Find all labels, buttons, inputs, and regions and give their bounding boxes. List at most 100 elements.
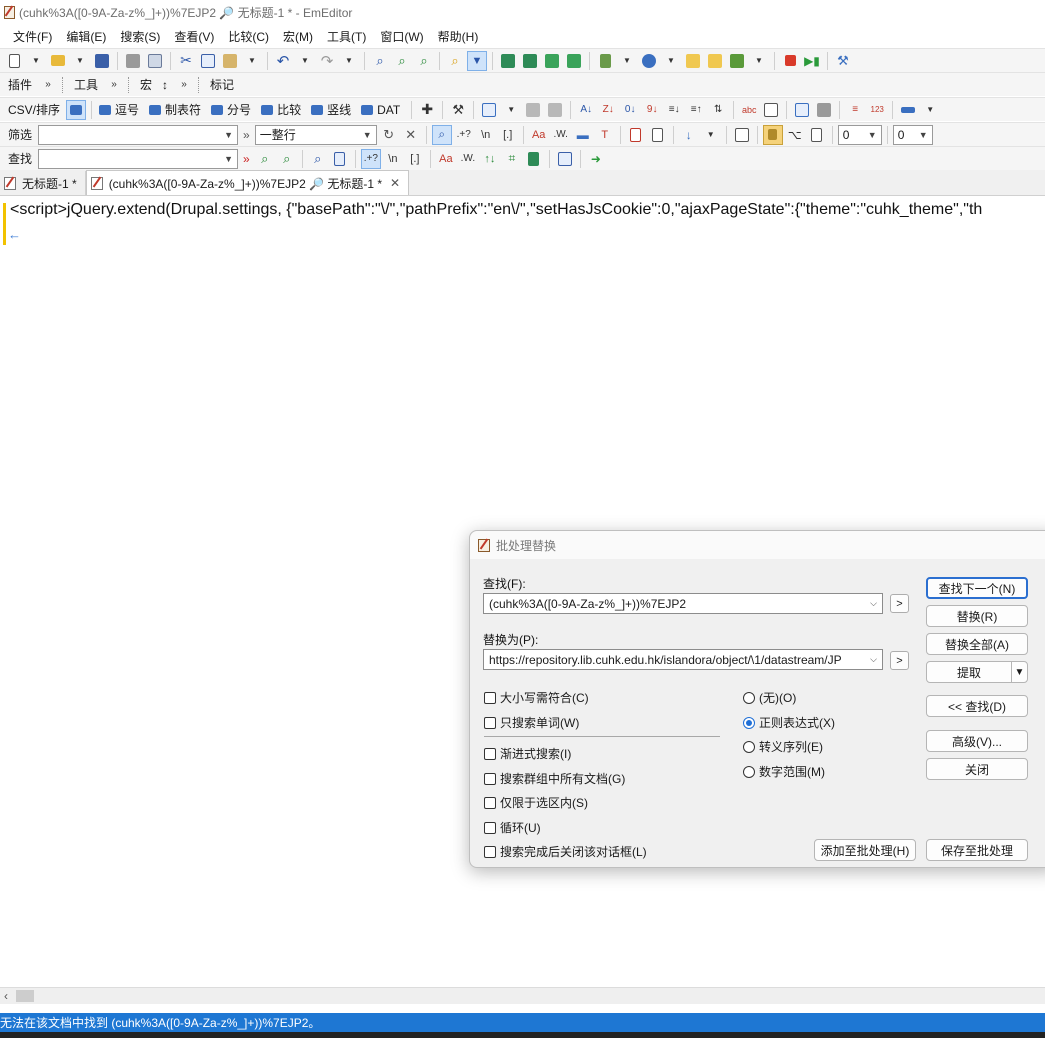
reverse-button[interactable]: ⇅ [708,100,728,120]
save-button[interactable] [92,51,112,71]
sort-az-button[interactable]: A↓ [576,100,596,120]
csv-format-button[interactable] [523,100,543,120]
find-field[interactable]: (cuhk%3A([0-9A-Za-z%_]+))%7EJP2 ⌵ [483,593,883,614]
view-toggle-button-2[interactable] [520,51,540,71]
marks-toolbar-label[interactable]: 标记 [206,76,238,93]
sort-length-button[interactable]: ≡↓ [664,100,684,120]
find-list-button[interactable] [524,149,544,169]
close-after-search-checkbox[interactable]: 搜索完成后关闭该对话框(L) [484,843,647,860]
filter-lock-button[interactable] [762,124,783,145]
find-copy-button[interactable] [330,149,350,169]
columns-button[interactable] [479,100,499,120]
plugins-toolbar-label[interactable]: 插件 [4,76,36,93]
find-input[interactable]: ▼ [38,148,239,169]
tab-untitled-1[interactable]: 无标题-1 * [0,171,86,195]
csv-dat-button[interactable]: DAT [359,100,406,120]
replace-all-button[interactable]: 替换全部(A) [926,633,1028,655]
paste-dropdown[interactable]: ▼ [242,51,262,71]
csv-comma-button[interactable]: 逗号 [97,100,145,120]
menu-window[interactable]: 窗口(W) [373,28,430,45]
filter-more-chevron[interactable]: » [240,128,253,142]
csv-vertical-button[interactable]: 竖线 [309,100,357,120]
filter-negative-toggle[interactable]: ▬ [573,125,593,145]
filter-clear-button[interactable]: ✕ [401,125,421,145]
redo-button[interactable]: ↷ [317,51,337,71]
find-next-button[interactable]: ⌕ [392,51,412,71]
macro-chevron[interactable]: » [174,75,194,95]
run-macro-button[interactable]: ▶▮ [802,51,822,71]
new-dropdown[interactable]: ▼ [26,51,46,71]
word-wrap-button[interactable] [542,51,562,71]
outline-button[interactable] [814,100,834,120]
csv-compare-button[interactable]: 比较 [259,100,307,120]
display-options-button[interactable] [898,100,918,120]
mode-regex-radio[interactable]: 正则表达式(X) [743,714,835,731]
find-prev-button[interactable]: ⌕ [414,51,434,71]
checkbox-box[interactable] [484,796,496,809]
open-file-button[interactable] [48,51,68,71]
view-toggle-button-1[interactable] [498,51,518,71]
find-next-toolbar-button[interactable]: ⌕ [277,149,297,169]
extract-button[interactable]: 提取 ▼ [926,661,1028,683]
menu-file[interactable]: 文件(F) [6,28,59,45]
filter-before-lines-select[interactable]: 0 ▼ [837,124,882,145]
radio-circle[interactable] [743,691,755,704]
close-icon[interactable]: ✕ [390,176,400,190]
csv-semicolon-button[interactable]: 分号 [209,100,257,120]
filter-button[interactable]: ▼ [467,50,487,71]
filter-clear-format-button[interactable]: T [595,125,615,145]
extract-dropdown-icon[interactable]: ▼ [1011,662,1027,682]
filter-numeric-toggle[interactable]: [.] [498,125,518,145]
match-case-checkbox[interactable]: 大小写需符合(C) [484,689,589,706]
find-numeric-toggle[interactable]: [.] [405,149,425,169]
radio-circle-selected[interactable] [743,716,755,729]
open-dropdown[interactable]: ▼ [70,51,90,71]
config-dropdown[interactable]: ▼ [617,51,637,71]
display-options-dropdown[interactable]: ▼ [920,100,940,120]
collapse-find-button[interactable]: << 查找(D) [926,695,1028,717]
find-button[interactable]: ⌕ [370,51,390,71]
csv-sort-label[interactable]: CSV/排序 [4,101,64,118]
filter-extract-button[interactable]: ⌥ [785,125,805,145]
find-select-all-button[interactable]: ⌗ [502,149,522,169]
incremental-search-checkbox[interactable]: 渐进式搜索(I) [484,745,571,762]
redo-dropdown[interactable]: ▼ [339,51,359,71]
mode-escape-radio[interactable]: 转义序列(E) [743,738,823,755]
sort-90-button[interactable]: 9↓ [642,100,662,120]
chevron-down-icon[interactable]: ⌵ [870,598,877,609]
plugin-settings-button[interactable]: ⚒ [833,51,853,71]
find-case-toggle[interactable]: Aa [436,149,456,169]
find-next-button[interactable]: 查找下一个(N) [926,577,1028,599]
menu-help[interactable]: 帮助(H) [431,28,486,45]
find-prev-toolbar-button[interactable]: ⌕ [255,149,275,169]
checkbox-box[interactable] [484,772,496,785]
paste-button[interactable] [220,51,240,71]
advanced-button[interactable]: 高级(V)... [926,730,1028,752]
all-properties-button[interactable] [705,51,725,71]
tab-search-results[interactable]: (cuhk%3A([0-9A-Za-z%_]+))%7EJP2 🔎 无标题-1 … [85,170,410,195]
find-escape-toggle[interactable]: \n [383,149,403,169]
find-go-button[interactable]: ➜ [586,149,606,169]
find-in-files-button[interactable]: ⌕ [445,51,465,71]
replace-button[interactable]: 替换(R) [926,605,1028,627]
csv-tab-button[interactable]: 制表符 [147,100,207,120]
radio-circle[interactable] [743,765,755,778]
chevron-down-icon[interactable]: ⌵ [870,654,877,665]
find-more-chevron[interactable]: » [240,152,253,166]
menu-tools[interactable]: 工具(T) [320,28,373,45]
selection-only-checkbox[interactable]: 仅限于选区内(S) [484,794,588,811]
macro-sub-label[interactable]: ↕ [158,78,172,92]
print-preview-button[interactable] [145,51,165,71]
filter-copy-button[interactable] [807,125,827,145]
csv-convert-button[interactable] [545,100,565,120]
menu-search[interactable]: 搜索(S) [113,28,167,45]
word-count-button[interactable] [761,100,781,120]
replace-field-menu-button[interactable]: > [890,651,909,670]
sort-za-button[interactable]: Z↓ [598,100,618,120]
filter-down-dropdown[interactable]: ▼ [701,125,721,145]
scroll-left-icon[interactable]: ‹ [4,989,8,1003]
menu-view[interactable]: 查看(V) [167,28,221,45]
search-all-docs-checkbox[interactable]: 搜索群组中所有文档(G) [484,770,625,787]
wrap-window-button[interactable] [564,51,584,71]
checkbox-box[interactable] [484,747,496,760]
